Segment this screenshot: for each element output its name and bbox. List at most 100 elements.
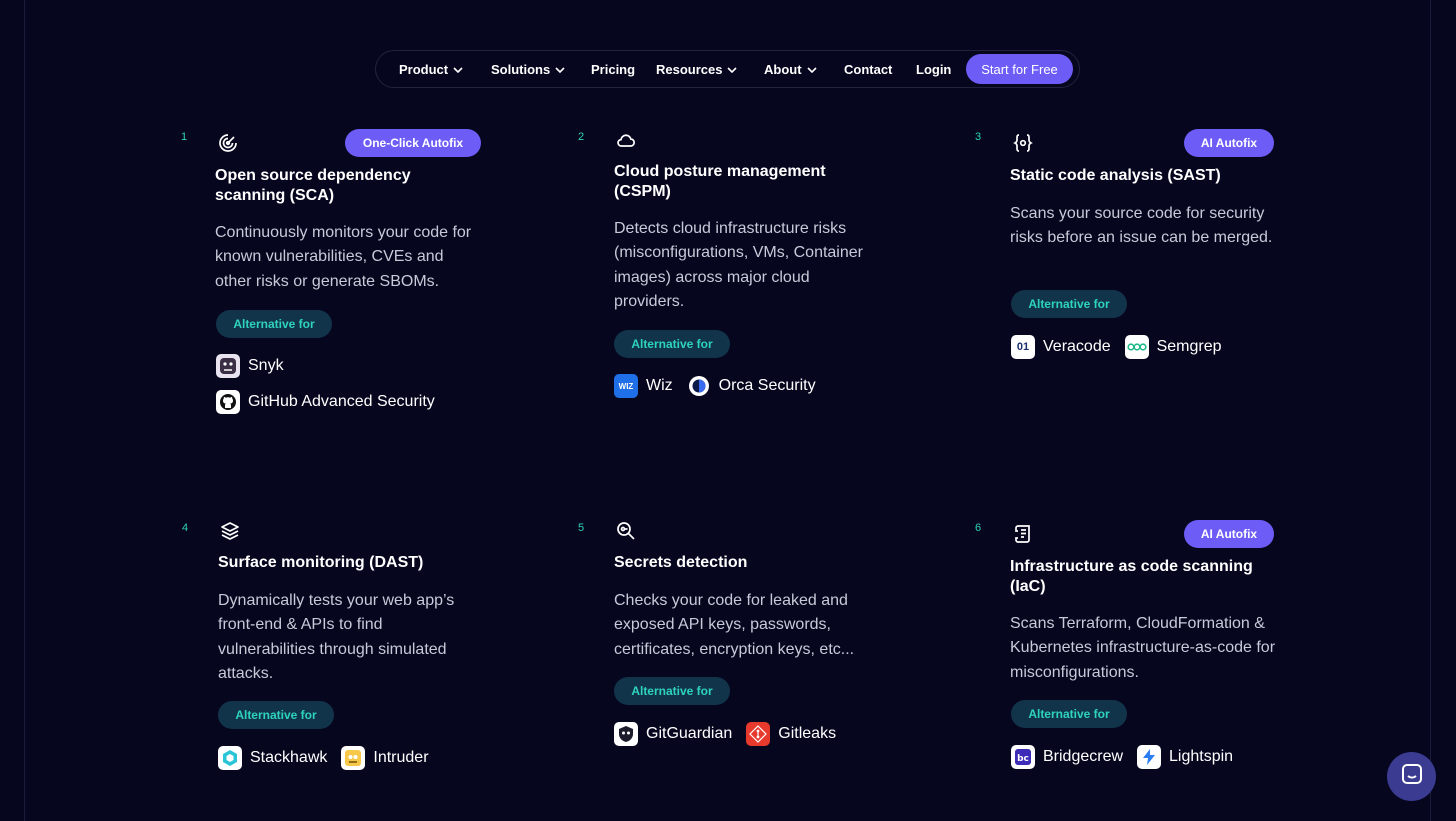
alternative-veracode[interactable]: 01 Veracode <box>1011 335 1111 359</box>
gitguardian-logo <box>614 722 638 746</box>
intruder-logo <box>341 746 366 770</box>
chat-launcher-button[interactable] <box>1387 752 1436 801</box>
orca-logo <box>687 374 711 398</box>
alternative-semgrep[interactable]: Semgrep <box>1124 335 1222 359</box>
alternative-gitleaks[interactable]: Gitleaks <box>746 722 836 746</box>
nav-label: Solutions <box>491 62 551 77</box>
nav-label: Contact <box>844 62 893 77</box>
alternatives-list: WIZ Wiz Orca Security <box>614 374 830 398</box>
nav-item-about[interactable]: About <box>764 62 817 77</box>
alternative-gitguardian[interactable]: GitGuardian <box>614 722 732 746</box>
alternatives-list: bc Bridgecrew Lightspin <box>1011 745 1247 769</box>
one-click-autofix-badge: One-Click Autofix <box>345 129 481 157</box>
chevron-down-icon <box>806 66 817 73</box>
alternative-github-advanced-security[interactable]: GitHub Advanced Security <box>216 390 435 414</box>
ai-autofix-badge: AI Autofix <box>1184 520 1274 548</box>
card-number: 6 <box>975 522 982 534</box>
card-title: Static code analysis (SAST) <box>1010 167 1221 184</box>
card-title: Cloud posture management (CSPM) <box>614 163 826 200</box>
alternative-name: GitGuardian <box>646 725 733 742</box>
card-description: Detects cloud infrastructure risks (misc… <box>614 220 863 310</box>
nav-label: Login <box>916 62 952 77</box>
chevron-down-icon <box>555 66 565 73</box>
alternative-wiz[interactable]: WIZ Wiz <box>614 374 673 398</box>
alternative-for-pill: Alternative for <box>218 701 334 729</box>
card-title: Open source dependency scanning (SCA) <box>215 167 411 204</box>
alternative-for-pill: Alternative for <box>614 677 730 705</box>
alternatives-list: Snyk <box>216 354 298 378</box>
nav-label: Pricing <box>591 62 636 77</box>
card-description: Dynamically tests your web app’s front-e… <box>218 592 455 682</box>
alternative-snyk[interactable]: Snyk <box>216 354 284 378</box>
alternative-orca-security[interactable]: Orca Security <box>687 374 816 398</box>
gitleaks-logo <box>746 722 771 746</box>
alternative-name: Veracode <box>1043 338 1111 355</box>
alternative-for-pill: Alternative for <box>614 330 730 358</box>
alternative-for-pill: Alternative for <box>1011 700 1127 728</box>
ai-autofix-badge: AI Autofix <box>1184 129 1274 157</box>
nav-item-pricing[interactable]: Pricing <box>591 62 635 77</box>
lightspin-logo <box>1137 745 1162 769</box>
svg-text:bc: bc <box>1017 754 1029 764</box>
alternative-name: Intruder <box>373 749 429 766</box>
alternative-intruder[interactable]: Intruder <box>341 746 429 770</box>
stackhawk-logo <box>218 746 242 770</box>
alternative-name: Gitleaks <box>778 725 837 742</box>
alternative-bridgecrew[interactable]: bc Bridgecrew <box>1011 745 1123 769</box>
card-description: Continuously monitors your code for know… <box>215 224 472 290</box>
nav-item-product[interactable]: Product <box>399 62 463 77</box>
card-number: 3 <box>975 131 982 143</box>
alternative-stackhawk[interactable]: Stackhawk <box>218 746 327 770</box>
alternative-for-pill: Alternative for <box>216 310 332 338</box>
nav-label: Resources <box>656 62 723 77</box>
nav-item-resources[interactable]: Resources <box>656 62 738 77</box>
card-number: 1 <box>181 131 188 143</box>
chat-icon <box>1400 762 1424 791</box>
cloud-icon <box>615 130 637 152</box>
start-for-free-button[interactable]: Start for Free <box>966 54 1073 84</box>
frame-border-left <box>24 0 25 821</box>
radar-icon <box>217 132 239 154</box>
top-nav: Product Solutions Pricing Resources Abou… <box>375 50 1080 88</box>
semgrep-logo <box>1124 335 1149 359</box>
github-logo <box>216 390 240 414</box>
veracode-logo: 01 <box>1011 335 1035 359</box>
alternative-name: Stackhawk <box>250 749 328 766</box>
card-number: 4 <box>182 522 189 534</box>
alternatives-list: GitHub Advanced Security <box>216 390 449 414</box>
nav-item-solutions[interactable]: Solutions <box>491 62 565 77</box>
card-title: Surface monitoring (DAST) <box>218 554 424 571</box>
nav-label: Product <box>399 62 449 77</box>
bridgecrew-logo: bc <box>1011 745 1035 769</box>
alternative-name: Lightspin <box>1169 748 1234 765</box>
card-description: Scans Terraform, CloudFormation & Kubern… <box>1010 615 1276 681</box>
alternatives-list: Stackhawk Intruder <box>218 746 443 770</box>
card-number: 5 <box>578 522 585 534</box>
alternative-name: Snyk <box>248 357 284 374</box>
alternative-name: GitHub Advanced Security <box>248 393 435 410</box>
alternative-name: Orca Security <box>718 377 816 394</box>
alternative-name: Semgrep <box>1156 338 1222 355</box>
alternatives-list: 01 Veracode Semgrep <box>1011 335 1236 359</box>
alternative-name: Wiz <box>646 377 673 394</box>
chevron-down-icon <box>453 66 463 73</box>
wiz-logo: WIZ <box>614 374 638 398</box>
frame-border-right <box>1430 0 1431 821</box>
nav-label: About <box>764 62 802 77</box>
nav-item-login[interactable]: Login <box>916 62 951 77</box>
code-scan-icon <box>1012 132 1034 154</box>
card-number: 2 <box>578 131 585 143</box>
alternative-name: Bridgecrew <box>1043 748 1124 765</box>
key-search-icon <box>615 520 637 542</box>
scroll-code-icon <box>1012 523 1034 545</box>
snyk-logo <box>216 354 240 378</box>
alternative-for-pill: Alternative for <box>1011 290 1127 318</box>
chevron-down-icon <box>727 66 738 73</box>
card-description: Scans your source code for security risk… <box>1010 205 1273 247</box>
card-description: Checks your code for leaked and exposed … <box>614 592 855 658</box>
card-title: Infrastructure as code scanning (IaC) <box>1010 558 1253 595</box>
layers-icon <box>219 520 241 542</box>
alternative-lightspin[interactable]: Lightspin <box>1137 745 1233 769</box>
nav-item-contact[interactable]: Contact <box>844 62 892 77</box>
alternatives-list: GitGuardian Gitleaks <box>614 722 850 746</box>
